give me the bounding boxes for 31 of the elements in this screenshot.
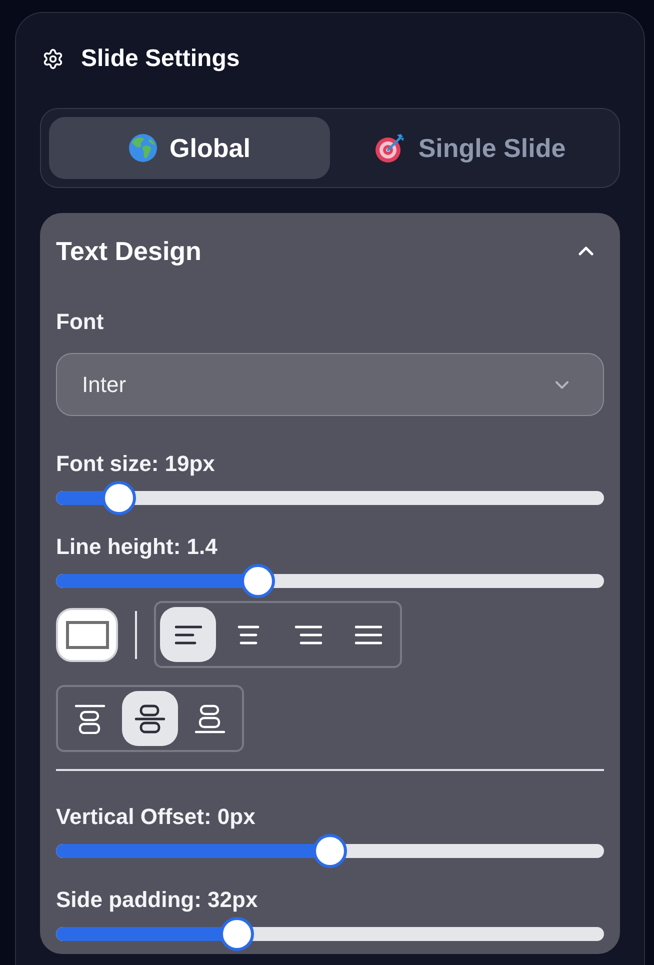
align-left-icon: [174, 624, 202, 644]
slider-thumb[interactable]: [102, 481, 136, 515]
align-top-icon: [75, 704, 105, 734]
text-align-button[interactable]: [160, 607, 216, 662]
color-swatch-button[interactable]: [56, 608, 118, 662]
rectangle-icon: [66, 620, 108, 648]
align-justify-icon: [354, 624, 382, 644]
slider-label: Font size: 19px: [56, 450, 216, 478]
settings-icon: [42, 48, 64, 70]
section-title: Text Design: [56, 235, 202, 267]
vertical-align-button[interactable]: [122, 691, 178, 746]
align-middle-icon: [135, 704, 165, 734]
slider-thumb[interactable]: [313, 834, 347, 868]
font-select[interactable]: Inter: [56, 353, 604, 416]
slider-thumb[interactable]: [220, 917, 254, 951]
field-label: Font: [56, 308, 105, 336]
slider[interactable]: [56, 834, 604, 868]
slider[interactable]: [56, 917, 604, 951]
slider-thumb[interactable]: [241, 564, 276, 598]
slider[interactable]: [56, 564, 604, 598]
panel-title: Slide Settings: [81, 44, 240, 74]
slider-label: Vertical Offset: 0px: [56, 803, 256, 831]
align-bottom-icon: [195, 704, 225, 734]
align-right-icon: [294, 624, 322, 644]
globe-icon: [128, 134, 157, 162]
scope-tab[interactable]: Single Slide: [330, 117, 611, 179]
slider[interactable]: [56, 481, 604, 515]
slider-label: Line height: 1.4: [56, 533, 218, 561]
target-icon: [375, 133, 406, 163]
scope-tab[interactable]: Global: [49, 117, 330, 179]
slider-label: Side padding: 32px: [56, 886, 259, 914]
